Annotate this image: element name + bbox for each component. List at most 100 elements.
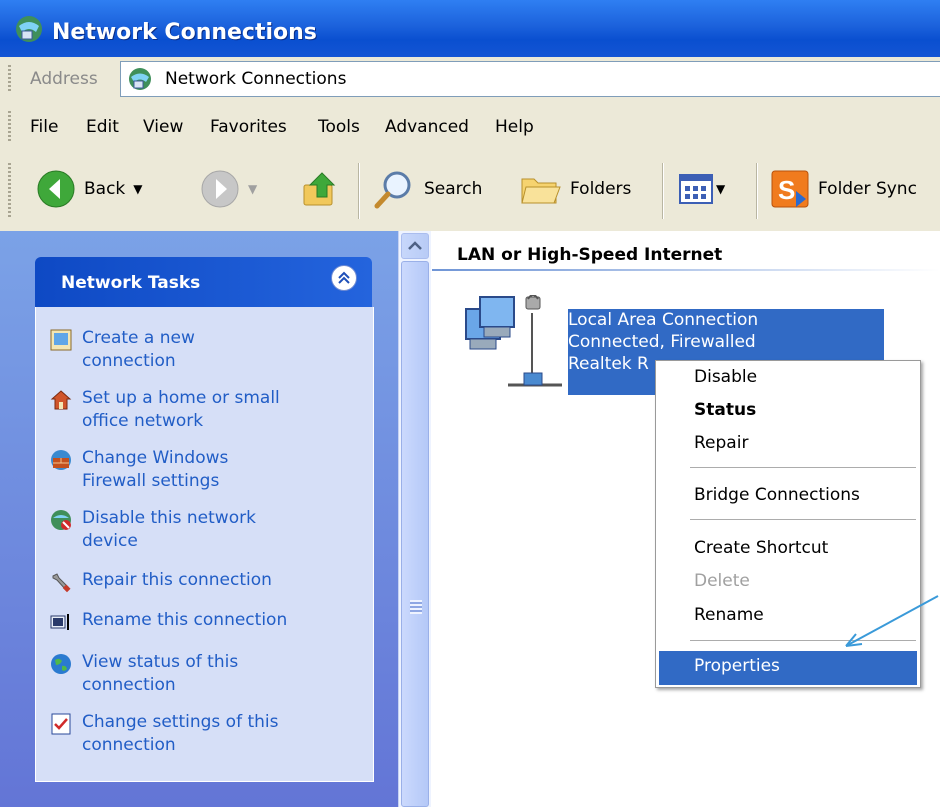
- address-label: Address: [30, 69, 98, 89]
- task-change-settings[interactable]: Change settings of this connection: [36, 711, 356, 757]
- task-label: connection: [82, 675, 176, 695]
- task-label: connection: [82, 351, 176, 371]
- repair-wrench-icon: [52, 573, 71, 593]
- toolbar-separator: [662, 163, 663, 219]
- up-folder-button[interactable]: [300, 167, 340, 211]
- rename-icon: [50, 614, 69, 630]
- chevron-down-icon[interactable]: ▼: [248, 182, 257, 196]
- task-rename-connection[interactable]: Rename this connection: [36, 609, 356, 633]
- connection-status: Connected, Firewalled: [568, 332, 756, 352]
- back-label: Back: [84, 179, 126, 199]
- task-label: Rename this connection: [82, 610, 288, 630]
- network-tasks-header[interactable]: Network Tasks: [35, 257, 372, 307]
- scroll-up-button[interactable]: [401, 233, 429, 259]
- menu-item-properties[interactable]: Properties: [694, 656, 780, 676]
- scrollbar-grip: [410, 600, 422, 614]
- chevron-down-icon[interactable]: ▼: [716, 182, 725, 196]
- task-create-connection[interactable]: Create a new connection: [36, 327, 356, 373]
- menu-item-disable[interactable]: Disable: [694, 367, 757, 387]
- task-label: device: [82, 531, 138, 551]
- disable-network-icon: [51, 510, 71, 530]
- scrollbar-thumb[interactable]: [401, 261, 429, 807]
- network-connections-icon: [129, 68, 151, 90]
- status-globe-icon: [51, 654, 71, 674]
- network-connections-icon: [16, 16, 42, 42]
- window-title: Network Connections: [52, 20, 317, 45]
- menu-view[interactable]: View: [143, 117, 183, 137]
- folder-sync-icon: S: [771, 170, 809, 208]
- address-bar: Address Network Connections: [0, 57, 940, 102]
- menu-item-bridge-connections[interactable]: Bridge Connections: [694, 485, 860, 505]
- task-label: Disable this network: [82, 508, 256, 528]
- forward-arrow-icon: [201, 170, 239, 208]
- task-label: Change Windows: [82, 448, 229, 468]
- toolbar-separator: [756, 163, 757, 219]
- menu-item-delete[interactable]: Delete: [694, 571, 750, 591]
- folder-sync-button[interactable]: S Folder Sync: [770, 167, 917, 211]
- search-icon: [374, 171, 411, 209]
- vertical-scrollbar[interactable]: [398, 231, 431, 807]
- task-firewall-settings[interactable]: Change Windows Firewall settings: [36, 447, 356, 493]
- settings-check-icon: [51, 713, 71, 735]
- menu-item-rename[interactable]: Rename: [694, 605, 764, 625]
- menu-item-create-shortcut[interactable]: Create Shortcut: [694, 538, 828, 558]
- group-header: LAN or High-Speed Internet: [457, 245, 723, 265]
- menu-file[interactable]: File: [30, 117, 58, 137]
- collapse-chevron-icon[interactable]: [331, 265, 357, 291]
- menu-favorites[interactable]: Favorites: [210, 117, 287, 137]
- folder-sync-label: Folder Sync: [818, 179, 917, 199]
- task-view-status[interactable]: View status of this connection: [36, 651, 356, 697]
- folders-button[interactable]: Folders: [518, 167, 631, 211]
- address-value: Network Connections: [165, 69, 347, 89]
- firewall-icon: [51, 450, 71, 470]
- chevron-up-icon: [408, 241, 422, 250]
- menu-tools[interactable]: Tools: [318, 117, 360, 137]
- task-label: View status of this: [82, 652, 239, 672]
- menu-separator: [690, 467, 916, 468]
- address-input[interactable]: Network Connections: [120, 61, 940, 97]
- task-label: Create a new: [82, 328, 195, 348]
- folders-label: Folders: [570, 179, 632, 199]
- home-network-icon: [50, 390, 72, 410]
- chevron-down-icon[interactable]: ▼: [133, 182, 142, 196]
- menu-edit[interactable]: Edit: [86, 117, 119, 137]
- task-label: office network: [82, 411, 204, 431]
- task-repair-connection[interactable]: Repair this connection: [36, 569, 356, 593]
- task-label: Firewall settings: [82, 471, 220, 491]
- annotation-arrow-icon: [845, 595, 939, 647]
- task-label: connection: [82, 735, 176, 755]
- menu-help[interactable]: Help: [495, 117, 534, 137]
- up-folder-icon: [303, 172, 336, 206]
- menu-item-status[interactable]: Status: [694, 400, 756, 420]
- title-bar[interactable]: Network Connections: [0, 0, 940, 57]
- menu-item-repair[interactable]: Repair: [694, 433, 748, 453]
- views-button[interactable]: ▼: [678, 167, 725, 211]
- standard-toolbar: Back ▼ ▼ Search Folders ▼ S Folder Sync: [0, 151, 940, 231]
- views-grid-icon: [679, 174, 713, 204]
- task-label: Repair this connection: [82, 570, 272, 590]
- network-tasks-title: Network Tasks: [61, 273, 201, 293]
- menu-bar: File Edit View Favorites Tools Advanced …: [0, 101, 940, 152]
- menu-advanced[interactable]: Advanced: [385, 117, 469, 137]
- lan-connection-icon[interactable]: [458, 295, 568, 399]
- task-home-network[interactable]: Set up a home or small office network: [36, 387, 356, 433]
- back-arrow-icon: [37, 170, 75, 208]
- task-label: Set up a home or small: [82, 388, 280, 408]
- menu-separator: [690, 519, 916, 520]
- search-label: Search: [424, 179, 483, 199]
- network-tasks-list: Create a new connection Set up a home or…: [35, 307, 374, 782]
- toolbar-grip[interactable]: [8, 65, 11, 93]
- search-button[interactable]: Search: [372, 167, 482, 211]
- toolbar-grip[interactable]: [8, 163, 11, 219]
- forward-button[interactable]: ▼: [200, 167, 257, 211]
- toolbar-grip[interactable]: [8, 111, 11, 141]
- toolbar-separator: [358, 163, 359, 219]
- connection-name: Local Area Connection: [568, 310, 759, 330]
- group-divider: [432, 269, 940, 271]
- svg-text:S: S: [778, 175, 795, 205]
- back-button[interactable]: Back ▼: [36, 167, 143, 211]
- task-pane: Network Tasks Create a new connection Se…: [0, 231, 398, 807]
- folders-icon: [521, 178, 561, 204]
- task-disable-device[interactable]: Disable this network device: [36, 507, 356, 553]
- new-connection-icon: [50, 329, 72, 351]
